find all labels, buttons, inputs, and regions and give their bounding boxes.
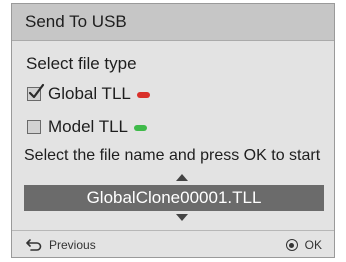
back-arrow-icon [26,239,42,251]
previous-button[interactable]: Previous [26,238,96,252]
green-key-indicator-icon [134,124,148,131]
footer-divider [12,230,334,231]
previous-label: Previous [49,238,96,252]
ok-label: OK [304,238,322,252]
instruction-text: Select the file name and press OK to sta… [24,147,321,164]
ok-button[interactable]: OK [285,238,322,252]
option-model-tll[interactable]: Model TLL [27,117,148,137]
global-tll-label: Global TLL [48,84,131,103]
send-to-usb-dialog: Send To USB Select file type Global TLL … [11,3,335,258]
file-name-value: GlobalClone00001.TLL [86,188,262,207]
model-tll-checkbox[interactable] [27,120,41,134]
file-type-label: Select file type [26,54,137,73]
red-key-indicator-icon [136,91,150,98]
option-global-tll[interactable]: Global TLL [27,83,150,104]
ok-key-icon [285,239,298,251]
file-name-selector[interactable]: GlobalClone00001.TLL [24,185,324,211]
dialog-title-bar: Send To USB [12,4,334,41]
global-tll-checkbox[interactable] [27,83,45,101]
model-tll-label: Model TLL [48,117,129,136]
arrow-down-icon[interactable] [176,214,188,221]
dialog-title: Send To USB [25,12,127,31]
arrow-up-icon[interactable] [176,174,188,181]
checkmark-icon [28,83,45,99]
